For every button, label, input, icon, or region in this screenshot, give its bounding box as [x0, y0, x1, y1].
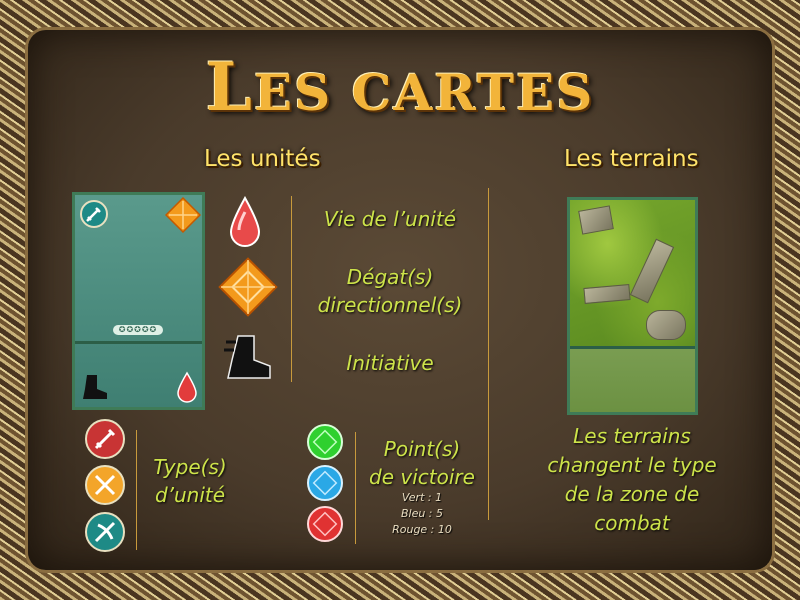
ruin-stone	[629, 238, 675, 304]
title-rest: ES CARTES	[254, 63, 595, 122]
victory-label-line1: Point(s)	[383, 437, 461, 461]
ruin-stone	[583, 284, 631, 304]
victory-label-line2: de victoire	[369, 465, 475, 489]
initiative-boot-icon	[224, 335, 271, 379]
card-stars: ✪✪✪✪✪	[113, 325, 163, 335]
ruin-stone	[578, 205, 614, 235]
terrain-zone	[570, 349, 695, 412]
title-first-letter: L	[205, 48, 255, 126]
unit-type-bow-icon	[85, 512, 125, 552]
terrain-desc-line2: changent le type	[547, 453, 717, 477]
terrains-heading: Les terrains	[564, 146, 699, 172]
blue-points: Bleu : 5	[400, 507, 444, 520]
life-blood-drop-icon	[229, 196, 261, 247]
terrain-card	[567, 197, 698, 415]
red-points: Rouge : 10	[392, 523, 452, 536]
blue-gem-icon	[307, 465, 343, 501]
card-divider	[75, 341, 202, 344]
unit-type-label-line1: Type(s)	[153, 455, 227, 479]
terrain-desc-line4: combat	[594, 511, 670, 535]
terrain-desc-line3: de la zone de	[564, 482, 700, 506]
terrain-desc-line1: Les terrains	[573, 424, 691, 448]
life-label: Vie de l’unité	[323, 207, 457, 231]
card-boot-icon	[83, 375, 107, 399]
page-title: LES CARTES	[0, 48, 800, 126]
unit-type-label-line2: d’unité	[154, 483, 226, 507]
damage-diamond-arrows-icon	[218, 257, 278, 317]
section-divider	[488, 188, 489, 520]
red-gem-icon	[307, 506, 343, 542]
card-blood-drop-icon	[177, 371, 197, 403]
unit-type-sword-icon	[85, 419, 125, 459]
damage-label-line2: directionnel(s)	[317, 293, 463, 317]
victory-divider	[355, 432, 356, 544]
unit-type-crossed-weapons-icon	[85, 465, 125, 505]
terrain-image	[570, 200, 695, 346]
units-heading: Les unités	[204, 146, 321, 172]
damage-label-line1: Dégat(s)	[346, 265, 434, 289]
green-gem-icon	[307, 424, 343, 460]
unit-type-divider	[136, 430, 137, 550]
card-diamond-arrows-icon	[165, 197, 201, 233]
ruin-stone	[646, 310, 686, 340]
initiative-label: Initiative	[346, 351, 434, 375]
unit-card: ✪✪✪✪✪	[72, 192, 205, 410]
units-legend-divider	[291, 196, 292, 382]
card-sword-icon	[80, 200, 108, 228]
green-points: Vert : 1	[401, 491, 443, 504]
